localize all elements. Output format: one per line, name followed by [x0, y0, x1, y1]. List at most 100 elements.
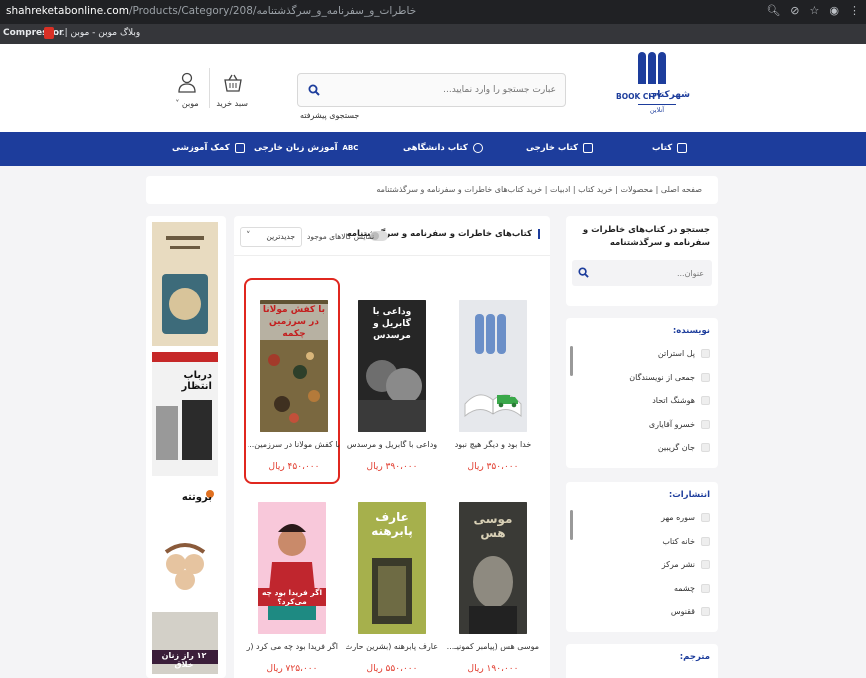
user-menu[interactable]: موبن ˅	[172, 72, 202, 108]
ad-title: بروتته	[181, 492, 212, 503]
filter-option[interactable]: جان گریبین	[586, 436, 710, 460]
sort-select[interactable]: جدیدترین ˅	[240, 227, 302, 247]
chevron-down-icon: ˅	[175, 99, 180, 108]
book-cover-art	[258, 502, 326, 634]
filter-scrollbar[interactable]	[570, 510, 573, 540]
product-name[interactable]: اگر فریدا بود چه می کرد (را...	[246, 642, 338, 651]
filter-option[interactable]: پل استراتن	[586, 342, 710, 366]
filter-option-label: پل استراتن	[657, 349, 695, 359]
product-card[interactable]: عارف پابرهنه عارف پابرهنه (بشرین حارث...…	[344, 482, 440, 678]
product-name[interactable]: موسی هس (پیامبر کمونیـ...	[447, 642, 539, 651]
menu-icon[interactable]: ⋮	[849, 4, 860, 17]
checkbox[interactable]	[701, 583, 710, 593]
basket-icon	[224, 74, 242, 92]
book-cover-title: اگر فریدا بود چه می‌کرد؟	[258, 588, 326, 606]
checkbox[interactable]	[701, 419, 710, 429]
product-price: ۵۵۰،۰۰۰ ریال	[366, 664, 418, 674]
filter-option[interactable]: ققنوس	[586, 600, 710, 624]
filter-author-panel: نویسنده: پل استراتن جمعی از نویسندگان هو…	[566, 318, 718, 468]
sidebar-search-title: جستجو در کتاب‌های خاطرات و سفرنامه و سرگ…	[582, 225, 710, 248]
filter-option-label: جمعی از نویسندگان	[629, 372, 695, 382]
filter-title: نویسنده:	[672, 326, 710, 336]
product-name[interactable]: خدا بود و دیگر هیچ نبود	[447, 440, 539, 449]
filter-scrollbar[interactable]	[570, 346, 573, 376]
notebook-icon	[234, 143, 245, 153]
book-icon	[677, 143, 688, 153]
cart-label: سبد خرید	[216, 99, 248, 108]
search-icon[interactable]	[578, 267, 589, 278]
ad-banner[interactable]	[152, 222, 218, 346]
product-price: ۱۹۰،۰۰۰ ریال	[467, 664, 519, 674]
bookmarks-bar: Compressor وبلاگ موبن - موبن |...	[0, 24, 866, 44]
checkbox[interactable]	[701, 513, 710, 523]
filter-title: مترجم:	[679, 652, 710, 662]
cart-button[interactable]: سبد خرید	[216, 72, 248, 108]
products-panel: کتاب‌های خاطرات و سفرنامه و سرگذشتنامه ن…	[234, 216, 550, 678]
checkbox[interactable]	[701, 372, 710, 382]
nav-language[interactable]: ABC آموزش زبان خارجی	[254, 143, 358, 153]
search-icon[interactable]	[308, 84, 320, 96]
search-input[interactable]	[324, 74, 562, 106]
book-cover[interactable]	[258, 502, 326, 634]
delivery-truck-icon	[497, 395, 518, 408]
nav-foreign-books[interactable]: کتاب خارجی	[526, 143, 594, 153]
extension-icon[interactable]: ◉	[829, 4, 839, 17]
nav-educational[interactable]: کمک آموزشی	[172, 143, 245, 153]
filter-option[interactable]: خسرو آقایاری	[586, 413, 710, 437]
bookmark-weblog[interactable]: وبلاگ موبن - موبن |...	[56, 28, 140, 38]
logo-bars-icon	[638, 52, 666, 84]
book-cover-art	[459, 300, 527, 432]
product-card-selected[interactable]: با کفش مولانا در سرزمین چکمه با کفش مولا…	[244, 278, 340, 484]
product-card[interactable]: موسی هس موسی هس (پیامبر کمونیـ... ۱۹۰،۰۰…	[445, 482, 541, 678]
filter-option-label: نشر مرکز	[661, 560, 695, 570]
filter-option[interactable]: نشر مرکز	[586, 553, 710, 577]
ad-banner[interactable]: درباب انتظار	[152, 352, 218, 476]
url-text[interactable]: shahreketabonline.com/Products/Category/…	[6, 5, 416, 17]
filter-option[interactable]: چشمه	[586, 577, 710, 601]
url-host: shahreketabonline.com	[6, 5, 129, 17]
filter-option[interactable]: سوره مهر	[586, 506, 710, 530]
advanced-search-link[interactable]: جستجوی پیشرفته	[300, 111, 359, 120]
eye-off-icon[interactable]: ⊘	[790, 4, 799, 17]
logo-fa: شهرکتاب	[648, 90, 690, 100]
checkbox[interactable]	[701, 607, 710, 617]
breadcrumb-text[interactable]: صفحه اصلی | محصولات | خرید کتاب | ادبیات…	[376, 185, 702, 194]
in-stock-toggle-label[interactable]: نمایش کالاهای موجود	[307, 232, 374, 241]
sidebar-search-box	[572, 260, 712, 286]
book-cover[interactable]	[459, 300, 527, 432]
graduation-cap-icon	[472, 143, 483, 153]
checkbox[interactable]	[701, 560, 710, 570]
checkbox[interactable]	[701, 443, 710, 453]
product-card[interactable]: وداعی با گابریل و مرسدس وداعی با گابریل …	[344, 280, 440, 486]
filter-option-label: سوره مهر	[661, 513, 695, 523]
user-icon	[178, 72, 196, 93]
browser-address-bar[interactable]: shahreketabonline.com/Products/Category/…	[0, 0, 866, 24]
product-price: ۷۲۵،۰۰۰ ریال	[266, 664, 318, 674]
product-name[interactable]: عارف پابرهنه (بشرین حارث...	[346, 642, 438, 651]
product-card[interactable]: اگر فریدا بود چه می‌کرد؟ اگر فریدا بود چ…	[244, 482, 340, 678]
product-card[interactable]: خدا بود و دیگر هیچ نبود ۳۵۰،۰۰۰ ریال	[445, 280, 541, 486]
filter-option-label: جان گریبین	[657, 443, 695, 453]
ad-banner[interactable]: بروتته	[152, 482, 218, 606]
checkbox[interactable]	[701, 536, 710, 546]
product-name[interactable]: با کفش مولانا در سرزمین...	[248, 440, 340, 449]
star-icon[interactable]: ☆	[810, 4, 820, 17]
filter-option[interactable]: جمعی از نویسندگان	[586, 366, 710, 390]
filter-option[interactable]: خانه کتاب	[586, 530, 710, 554]
nav-university-books[interactable]: کتاب دانشگاهی	[403, 143, 483, 153]
filter-option-label: هوشنگ اتحاد	[652, 396, 695, 406]
checkbox[interactable]	[701, 349, 710, 359]
ad-banner[interactable]: ۱۲ راز زنان خلاق	[152, 612, 218, 674]
nav-books[interactable]: کتاب	[652, 143, 688, 153]
abc-icon: ABC	[342, 144, 359, 152]
product-name[interactable]: وداعی با گابریل و مرسدس	[346, 440, 438, 449]
zoom-icon[interactable]: 🔍︎	[766, 4, 780, 17]
filter-option[interactable]: هوشنگ اتحاد	[586, 389, 710, 413]
bookmark-compressor[interactable]: Compressor	[3, 28, 64, 38]
sidebar-search-input[interactable]	[592, 260, 708, 286]
book-cover-title: عارف پابرهنه	[371, 510, 413, 538]
filter-title: انتشارات:	[668, 490, 710, 500]
site-logo[interactable]: BOOK CITY شهرکتاب آنلاین	[614, 52, 690, 122]
sort-value: جدیدترین	[266, 232, 295, 241]
checkbox[interactable]	[701, 396, 710, 406]
